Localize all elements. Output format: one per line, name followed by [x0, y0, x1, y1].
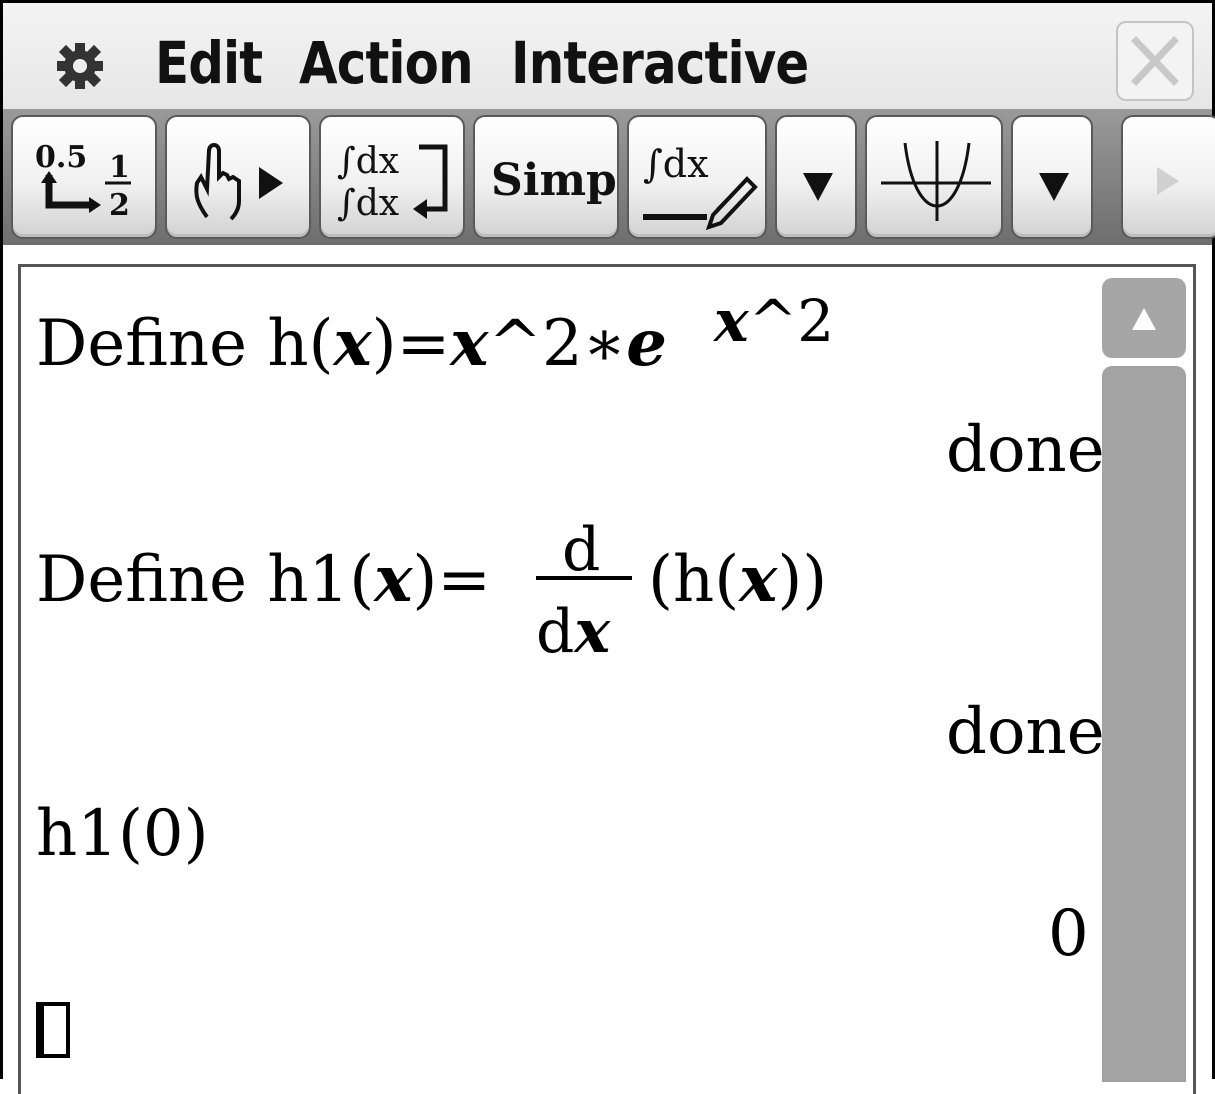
- pan-hand-button[interactable]: [165, 115, 311, 239]
- fraction-bar: [536, 576, 632, 580]
- scroll-up-button[interactable]: [1102, 278, 1186, 358]
- gear-icon[interactable]: [53, 39, 107, 93]
- svg-text:2: 2: [109, 188, 130, 223]
- chevron-right-icon: [1157, 167, 1179, 195]
- decimal-label: 0.5: [35, 140, 87, 175]
- history-input-2-tail: (h(x)): [648, 542, 828, 617]
- integral-edit-button[interactable]: ∫dx: [627, 115, 767, 239]
- history-result-1: done: [946, 413, 1105, 487]
- dropdown-arrow-button-1[interactable]: [775, 115, 857, 239]
- history-result-2: done: [946, 695, 1105, 769]
- toolbar: 0.5 1 2 ∫dx ∫dx Simp ∫dx: [3, 109, 1215, 245]
- history-result-3: 0: [1048, 897, 1089, 971]
- history-input-1-exponent: x^2: [714, 287, 835, 355]
- close-icon: [1131, 36, 1179, 86]
- chevron-down-icon: [1039, 173, 1069, 201]
- hand-icon: [194, 143, 283, 221]
- history-input-2[interactable]: Define h1(x)=: [36, 548, 491, 613]
- menu-interactive[interactable]: Interactive: [511, 29, 809, 97]
- svg-text:∫dx: ∫dx: [643, 142, 709, 186]
- chevron-down-icon: [803, 173, 833, 201]
- history-input-1[interactable]: Define h(x)=x^2∗e: [36, 312, 667, 377]
- menu-bar: Edit Action Interactive: [3, 3, 1212, 109]
- input-cursor[interactable]: [36, 1002, 70, 1058]
- history-input-3[interactable]: h1(0): [36, 802, 209, 866]
- graph-button[interactable]: [865, 115, 1003, 239]
- derivative-denominator: dx: [536, 597, 611, 667]
- derivative-numerator: d: [562, 515, 601, 585]
- svg-text:1: 1: [109, 150, 130, 185]
- svg-text:∫dx: ∫dx: [337, 141, 399, 182]
- svg-text:∫dx: ∫dx: [337, 183, 399, 224]
- scrollbar-track[interactable]: [1102, 366, 1186, 1082]
- integral-toggle-button[interactable]: ∫dx ∫dx: [319, 115, 465, 239]
- menu-edit[interactable]: Edit: [155, 29, 263, 97]
- svg-text:Simp: Simp: [491, 155, 617, 206]
- simplify-button[interactable]: Simp: [473, 115, 619, 239]
- main-workspace[interactable]: [18, 264, 1196, 1094]
- chevron-up-icon: [1132, 308, 1156, 330]
- graph-icon: [881, 141, 991, 221]
- menu-action[interactable]: Action: [299, 29, 474, 97]
- dropdown-arrow-button-2[interactable]: [1011, 115, 1093, 239]
- decimal-fraction-toggle-button[interactable]: 0.5 1 2: [11, 115, 157, 239]
- close-button[interactable]: [1116, 21, 1194, 101]
- toolbar-next-button[interactable]: [1121, 115, 1215, 239]
